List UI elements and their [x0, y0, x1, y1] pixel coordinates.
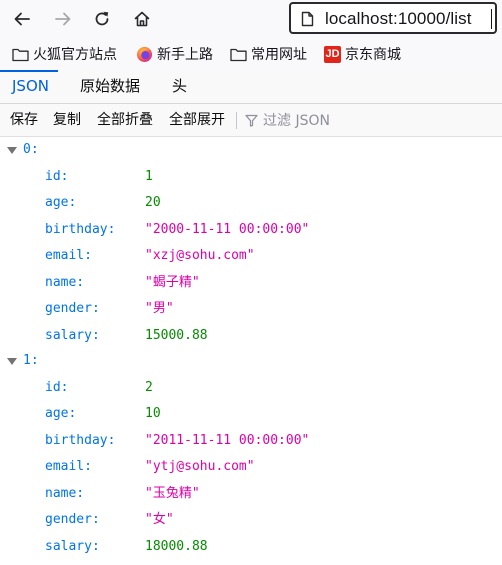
jd-icon: JD [324, 45, 341, 63]
tree-row[interactable]: name: "蝎子精" [0, 270, 502, 296]
property-key: age: [45, 195, 77, 210]
json-toolbar: 保存 复制 全部折叠 全部展开 过滤 JSON [0, 104, 502, 137]
property-value: 1 [145, 168, 153, 184]
json-viewer-tabs: JSON 原始数据 头 [0, 70, 502, 104]
filter-icon [245, 114, 258, 127]
tree-row[interactable]: age: 20 [0, 190, 502, 216]
reload-icon [95, 11, 109, 26]
tree-row[interactable]: birthday: "2000-11-11 00:00:00" [0, 217, 502, 243]
home-button[interactable] [128, 5, 156, 33]
firefox-icon [137, 46, 152, 62]
bookmark-common-sites[interactable]: 常用网址 [230, 38, 307, 70]
bookmark-label: 京东商城 [345, 47, 401, 63]
property-key: age: [45, 406, 77, 421]
tree-row[interactable]: id: 1 [0, 164, 502, 190]
collapse-all-button[interactable]: 全部折叠 [97, 104, 153, 136]
property-key: gender: [45, 301, 100, 316]
bookmark-jd-mall[interactable]: JD 京东商城 [324, 38, 401, 70]
tree-row[interactable]: age: 10 [0, 401, 502, 427]
tree-row[interactable]: salary: 18000.88 [0, 534, 502, 560]
property-key: salary: [45, 538, 100, 554]
navigation-toolbar: localhost:10000/list [0, 0, 502, 38]
filter-json-input[interactable]: 过滤 JSON [245, 104, 330, 136]
property-key: id: [45, 379, 69, 395]
property-value: 20 [145, 195, 161, 210]
filter-placeholder: 过滤 JSON [263, 113, 330, 129]
back-button[interactable] [8, 5, 36, 33]
tree-row[interactable]: salary: 15000.88 [0, 323, 502, 349]
text-caret [491, 9, 492, 29]
save-button[interactable]: 保存 [10, 104, 38, 136]
property-value: "2000-11-11 00:00:00" [145, 221, 310, 237]
property-value: "2011-11-11 00:00:00" [145, 432, 310, 448]
object-key: 0: [23, 142, 39, 157]
property-key: name: [45, 485, 85, 501]
tree-row[interactable]: id: 2 [0, 375, 502, 401]
property-value: 18000.88 [145, 538, 208, 554]
tab-raw-data[interactable]: 原始数据 [80, 70, 140, 103]
property-key: gender: [45, 512, 100, 527]
property-key: email: [45, 459, 92, 474]
bookmark-firefox-official[interactable]: 火狐官方站点 [12, 38, 117, 70]
url-bar[interactable]: localhost:10000/list [289, 2, 497, 34]
property-key: id: [45, 168, 69, 184]
property-value: "蝎子精" [145, 274, 200, 290]
property-value: 2 [145, 379, 153, 395]
expand-toggle-icon[interactable] [7, 147, 17, 154]
toolbar-divider [236, 112, 237, 129]
tree-row[interactable]: gender: "女" [0, 507, 502, 533]
tree-row[interactable]: birthday: "2011-11-11 00:00:00" [0, 428, 502, 454]
tree-row[interactable]: gender: "男" [0, 296, 502, 322]
tree-row[interactable]: email: "xzj@sohu.com" [0, 243, 502, 269]
folder-icon [230, 48, 247, 61]
property-value: "xzj@sohu.com" [145, 248, 255, 263]
bookmarks-toolbar: 火狐官方站点 新手上路 常用网址 JD 京东商城 [0, 38, 502, 70]
property-value: "玉兔精" [145, 485, 200, 501]
property-key: salary: [45, 327, 100, 343]
property-value: "ytj@sohu.com" [145, 459, 255, 474]
tree-row[interactable]: email: "ytj@sohu.com" [0, 454, 502, 480]
tree-row-object[interactable]: 1: [0, 348, 502, 374]
bookmark-label: 新手上路 [157, 47, 213, 63]
property-value: "女" [145, 512, 174, 527]
forward-arrow-icon [55, 12, 71, 26]
back-arrow-icon [14, 12, 30, 26]
expand-toggle-icon[interactable] [7, 358, 17, 365]
tab-json[interactable]: JSON [12, 70, 49, 103]
tab-headers[interactable]: 头 [172, 70, 187, 103]
reload-button[interactable] [88, 5, 116, 33]
property-key: name: [45, 274, 85, 290]
folder-icon [12, 48, 29, 61]
tree-row[interactable]: name: "玉兔精" [0, 481, 502, 507]
forward-button[interactable] [49, 5, 77, 33]
copy-button[interactable]: 复制 [53, 104, 81, 136]
browser-window: localhost:10000/list 火狐官方站点 新手上路 常用网址 JD… [0, 0, 502, 565]
json-tree: 0: id: 1 age: 20 birthday: "2000-11-11 0… [0, 137, 502, 565]
home-icon [134, 11, 150, 27]
property-key: email: [45, 248, 92, 263]
property-key: birthday: [45, 432, 116, 448]
property-value: 10 [145, 406, 161, 421]
object-key: 1: [23, 353, 39, 368]
property-value: "男" [145, 301, 174, 316]
tree-row-object[interactable]: 0: [0, 137, 502, 163]
property-value: 15000.88 [145, 327, 208, 343]
bookmark-getting-started[interactable]: 新手上路 [136, 38, 213, 70]
page-icon [301, 11, 314, 27]
bookmark-label: 火狐官方站点 [33, 47, 117, 63]
url-text[interactable]: localhost:10000/list [325, 9, 472, 29]
bookmark-label: 常用网址 [251, 47, 307, 63]
property-key: birthday: [45, 221, 116, 237]
expand-all-button[interactable]: 全部展开 [169, 104, 225, 136]
